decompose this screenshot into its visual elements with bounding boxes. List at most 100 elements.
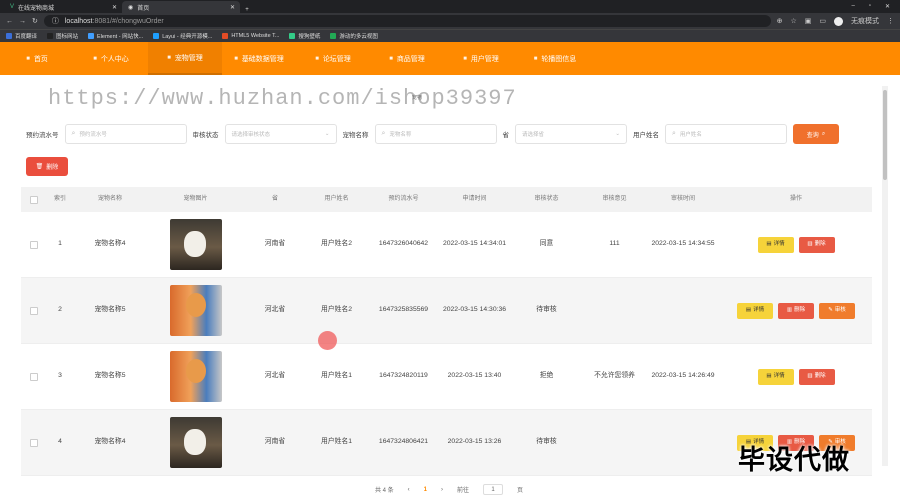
extension-icon[interactable]: ▣ <box>805 17 812 25</box>
pet-image <box>169 417 222 468</box>
goto-page-input[interactable]: 1 <box>483 484 504 495</box>
pet-image <box>169 285 222 336</box>
page-unit: 页 <box>517 488 524 494</box>
tab-title: 首页 <box>137 5 150 12</box>
search-icon: ⌕ <box>71 130 76 137</box>
row-checkbox[interactable] <box>29 372 38 381</box>
nav-basic-data[interactable]: ■ 基础数据管理 <box>222 42 296 75</box>
bookmark-item[interactable]: Element - 网站快... <box>88 32 143 40</box>
close-icon[interactable]: ✕ <box>230 4 235 11</box>
user-name-label: 用户姓名 <box>633 132 659 139</box>
table-row: 3 宠物名称5 河北省 用户姓名1 1647324820119 2022-03-… <box>21 344 872 410</box>
page-number[interactable]: 1 <box>424 487 427 493</box>
select-all-checkbox[interactable] <box>29 195 38 204</box>
bookmark-item[interactable]: 图标网站 <box>47 32 78 40</box>
bookmark-item[interactable]: 百度翻译 <box>6 32 37 40</box>
profile-label[interactable]: 无痕模式 <box>851 16 879 26</box>
cell-pet-name: 宠物名称5 <box>94 306 126 314</box>
cell-apply-time: 2022-03-15 14:34:01 <box>442 240 507 248</box>
reload-icon[interactable]: ↻ <box>32 17 38 25</box>
pet-image <box>169 219 222 270</box>
star-icon[interactable]: ☆ <box>790 17 796 25</box>
search-icon: ⌕ <box>381 130 386 137</box>
col-apply-time: 申请时间 <box>462 195 487 202</box>
query-button[interactable]: 查询 ⌕ <box>793 124 839 144</box>
nav-goods[interactable]: ■ 商品管理 <box>370 42 444 75</box>
cell-audit-time: 2022-03-15 14:26:49 <box>651 372 715 380</box>
search-icon: ⌕ <box>821 130 826 137</box>
mouse-cursor-highlight <box>318 331 337 350</box>
cell-apply-time: 2022-03-15 13:40 <box>447 372 502 380</box>
vue-icon: V <box>10 4 15 10</box>
corner-watermark: 毕设代做 <box>738 445 850 475</box>
maximize-icon[interactable]: ▫ <box>869 3 871 10</box>
back-icon[interactable]: ← <box>6 18 13 25</box>
prev-page-icon[interactable]: ‹ <box>408 487 410 493</box>
detail-button[interactable]: ▤ 详情 <box>757 368 794 385</box>
province-select[interactable]: 请选择省 ⌄ <box>515 124 627 144</box>
row-checkbox[interactable] <box>29 240 38 249</box>
next-page-icon[interactable]: › <box>441 487 443 493</box>
cell-index: 2 <box>58 306 62 314</box>
close-window-icon[interactable]: ✕ <box>885 3 890 10</box>
pet-name-label: 宠物名称 <box>342 132 369 139</box>
close-icon[interactable]: ✕ <box>112 4 117 11</box>
detail-button[interactable]: ▤ 详情 <box>737 302 773 319</box>
menu-icon[interactable]: ⋮ <box>887 17 894 25</box>
watermark-url: https://www.huzhan.com/ishop39397 <box>48 86 517 111</box>
address-bar-row: ← → ↻ ⓘ localhost:8081/#/chongwuOrder ⊕ … <box>0 13 900 29</box>
detail-button[interactable]: ▤ 详情 <box>757 236 794 253</box>
status-select[interactable]: 请选择审核状态 ⌄ <box>224 124 337 144</box>
scrollbar[interactable] <box>882 86 888 466</box>
info-icon: ⓘ <box>51 18 59 25</box>
browser-tab-0[interactable]: V 在线宠物商城 ✕ <box>4 1 122 13</box>
row-checkbox[interactable] <box>29 306 38 315</box>
nav-users[interactable]: ■ 用户管理 <box>444 42 518 75</box>
bookmark-item[interactable]: 游动的多云视图 <box>330 32 378 40</box>
new-tab-icon[interactable]: + <box>240 7 254 13</box>
nav-forum[interactable]: ■ 论坛管理 <box>296 42 370 75</box>
cell-status: 拒绝 <box>539 372 554 380</box>
order-no-input[interactable]: ⌕ 预约流水号 <box>64 124 187 144</box>
top-nav: ■ 首页 ■ 个人中心 ■ 宠物管理 ■ 基础数据管理 ■ 论坛管理 ■ 商品管理 ■ 用户管… <box>0 42 900 75</box>
bookmark-item[interactable]: Layui - 经典开源模... <box>153 32 212 40</box>
delete-button[interactable]: ▥ 删除 <box>798 368 835 385</box>
cell-pet-name: 宠物名称4 <box>94 438 126 446</box>
url-path: :8081/#/chongwuOrder <box>92 17 164 25</box>
col-province: 省 <box>271 195 278 202</box>
user-name-input[interactable]: ⌕ 用户姓名 <box>665 124 787 144</box>
cell-user-name: 用户姓名2 <box>321 240 352 248</box>
zoom-icon[interactable]: ⊕ <box>777 17 783 25</box>
avatar[interactable] <box>834 16 843 26</box>
document-icon: ▤ <box>745 307 752 314</box>
table-row: 1 宠物名称4 河南省 用户姓名2 1647326040642 2022-03-… <box>21 212 872 278</box>
nav-pets[interactable]: ■ 宠物管理 <box>148 42 222 75</box>
goods-icon: ■ <box>389 55 393 62</box>
bookmark-item[interactable]: HTML5 Website T... <box>222 33 279 39</box>
pet-name-input[interactable]: ⌕ 宠物名称 <box>374 124 497 144</box>
forward-icon[interactable]: → <box>19 18 26 25</box>
batch-delete-button[interactable]: 🗑 删除 <box>26 157 68 176</box>
delete-button[interactable]: ▥ 删除 <box>798 236 835 253</box>
nav-home[interactable]: ■ 首页 <box>0 42 74 75</box>
goto-label: 前往 <box>457 488 470 494</box>
total-count: 共 4 条 <box>375 488 394 494</box>
cell-pet-name: 宠物名称4 <box>94 240 126 248</box>
home-icon: ■ <box>26 55 30 62</box>
row-checkbox[interactable] <box>29 438 38 447</box>
bookmark-item[interactable]: 搜狗壁纸 <box>289 32 320 40</box>
minimize-icon[interactable]: – <box>851 3 854 10</box>
url-field[interactable]: ⓘ localhost:8081/#/chongwuOrder <box>43 15 771 27</box>
cell-order-no: 1647324806421 <box>378 438 429 446</box>
cell-index: 3 <box>58 372 62 380</box>
sidebar-icon[interactable]: ▭ <box>819 17 826 25</box>
delete-button[interactable]: ▥ 删除 <box>778 302 814 319</box>
cell-index: 4 <box>58 438 62 446</box>
search-icon: ⌕ <box>672 130 676 137</box>
browser-tab-1[interactable]: ◉ 首页 ✕ <box>122 1 240 13</box>
audit-button[interactable]: ✎ 审核 <box>819 302 855 319</box>
nav-profile[interactable]: ■ 个人中心 <box>74 42 148 75</box>
table-header: 索引 宠物名称 宠物图片 省 用户姓名 预约流水号 申请时间 审核状态 审核意见… <box>21 187 872 212</box>
nav-carousel[interactable]: ■ 轮播图信息 <box>518 42 592 75</box>
cell-apply-time: 2022-03-15 13:26 <box>447 438 502 446</box>
